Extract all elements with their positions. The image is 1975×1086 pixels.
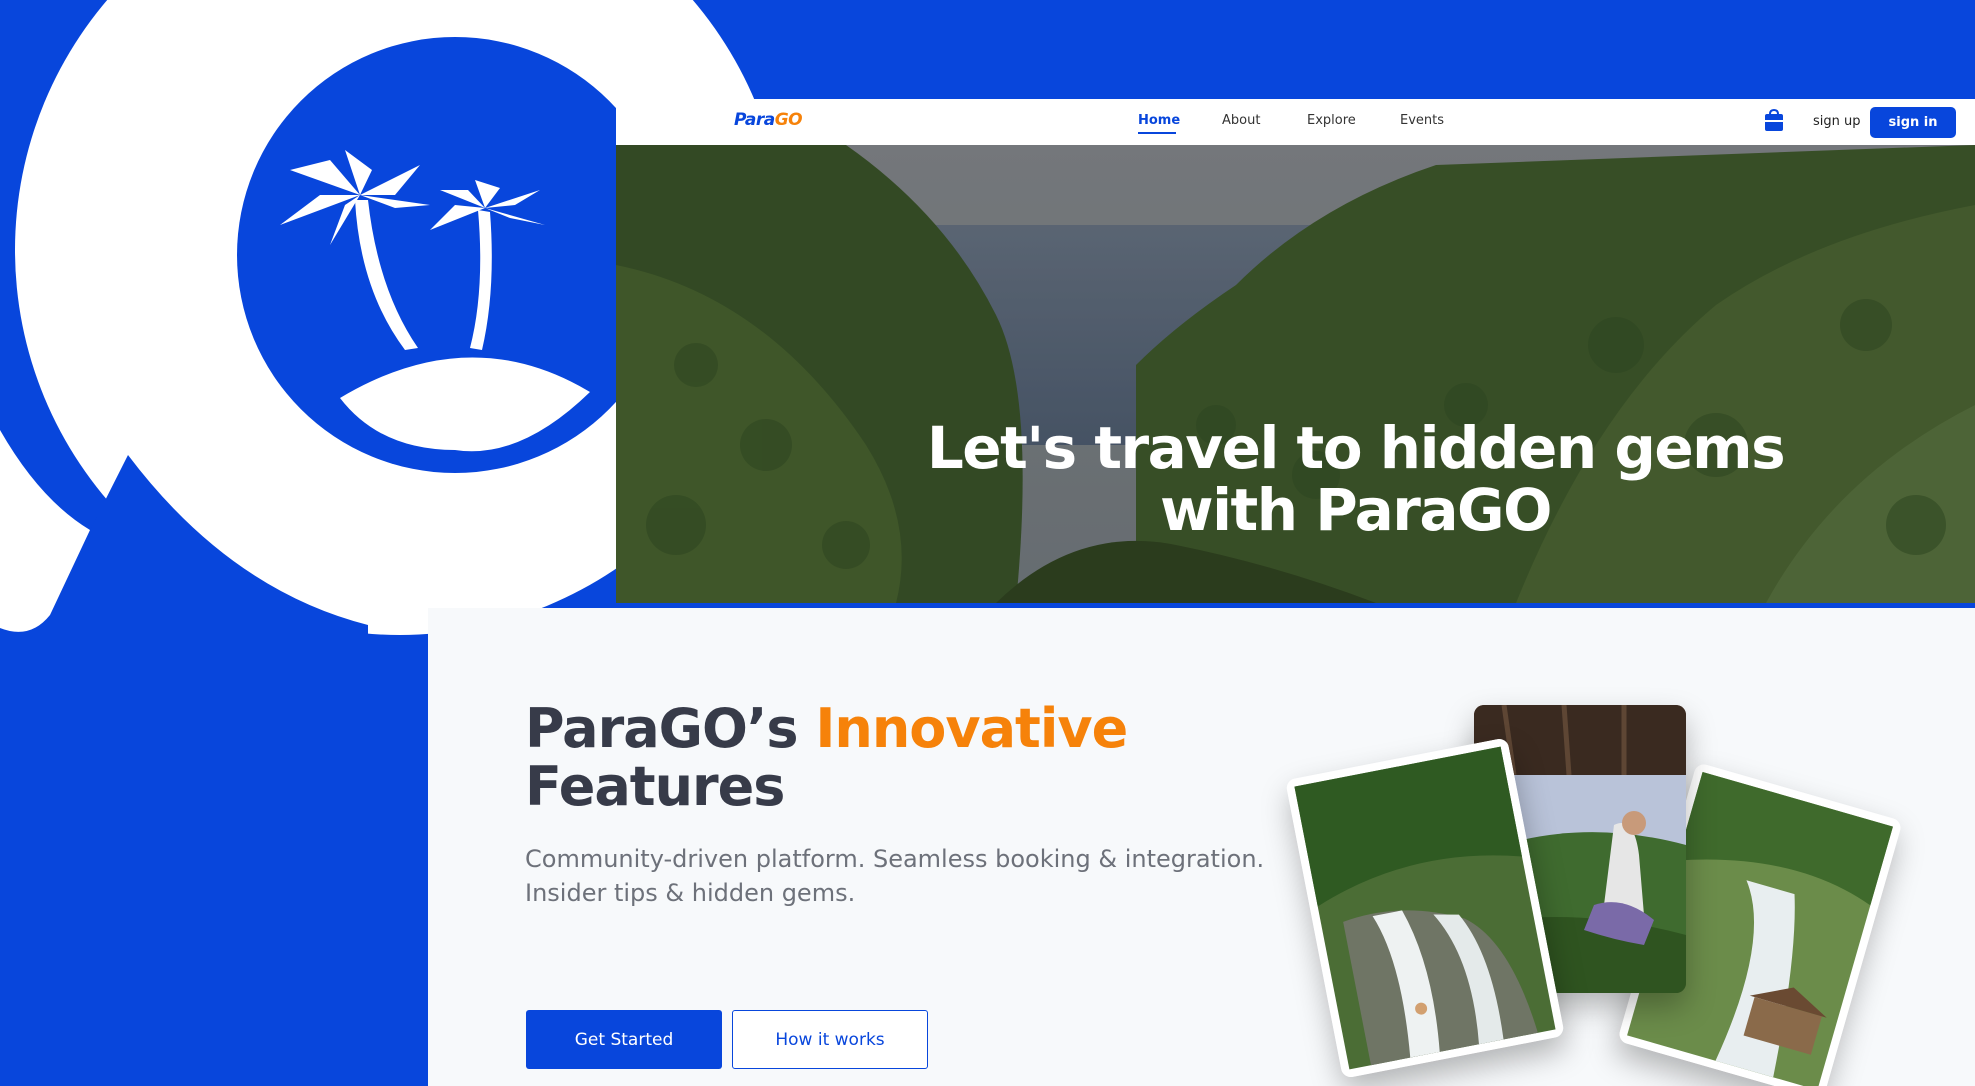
nav-link-about[interactable]: About <box>1222 113 1260 128</box>
logo-text-para: Para <box>734 110 775 130</box>
features-heading-highlight: Innovative <box>815 697 1128 760</box>
hero-heading-line1: Let's travel to hidden gems <box>926 414 1786 482</box>
features-description-line2: Insider tips & hidden gems. <box>525 879 856 907</box>
shopping-bag-icon[interactable] <box>1762 109 1786 133</box>
parago-logo[interactable]: ParaGO <box>734 110 803 130</box>
features-heading-part2: Features <box>525 755 785 818</box>
logo-text-go: GO <box>774 110 803 130</box>
sign-up-link[interactable]: sign up <box>1813 114 1861 129</box>
features-description: Community-driven platform. Seamless book… <box>525 842 1305 910</box>
active-nav-indicator <box>1138 132 1176 134</box>
hero-banner: Let's travel to hidden gems with ParaGO <box>616 145 1975 603</box>
nav-link-home[interactable]: Home <box>1138 113 1180 128</box>
nav-link-events[interactable]: Events <box>1400 113 1444 128</box>
features-heading: ParaGO’s Innovative Features <box>525 700 1285 816</box>
sign-in-button[interactable]: sign in <box>1870 107 1956 138</box>
hero-heading: Let's travel to hidden gems with ParaGO <box>616 417 1975 541</box>
nav-link-explore[interactable]: Explore <box>1307 113 1356 128</box>
hero-heading-line2: with ParaGO <box>1160 476 1552 544</box>
features-section: ParaGO’s Innovative Features Community-d… <box>428 608 1975 1086</box>
top-navbar: ParaGO Home About Explore Events sign up… <box>616 99 1975 145</box>
features-description-line1: Community-driven platform. Seamless book… <box>525 845 1265 873</box>
get-started-button[interactable]: Get Started <box>526 1010 722 1069</box>
features-heading-part1: ParaGO’s <box>525 697 816 760</box>
how-it-works-button[interactable]: How it works <box>732 1010 928 1069</box>
